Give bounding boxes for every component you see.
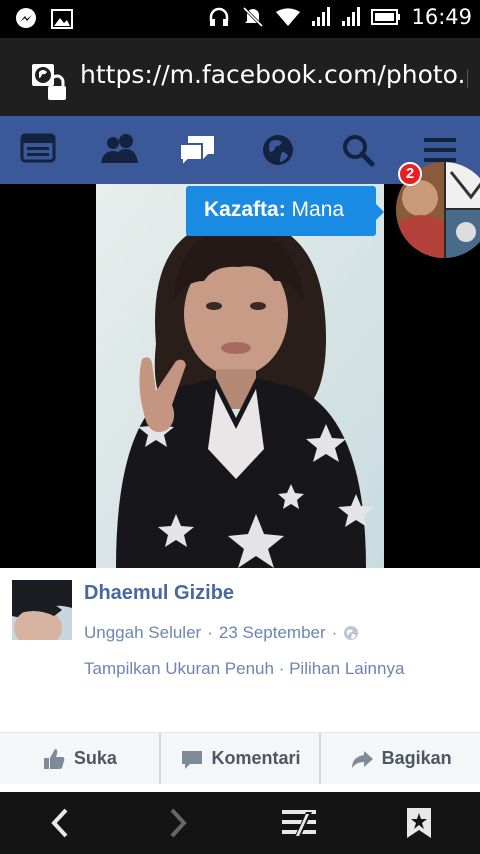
share-label: Bagikan (381, 748, 452, 768)
browser-bottom-bar (0, 792, 480, 854)
chat-message-bubble[interactable]: Kazafta: Mana (186, 186, 384, 236)
author-avatar[interactable] (12, 580, 72, 640)
more-options-link[interactable]: Pilihan Lainnya (289, 659, 404, 678)
post-date-link[interactable]: 23 September (219, 623, 326, 643)
comment-label: Komentari (211, 748, 301, 768)
photo-post-info: Dhaemul Gizibe Unggah Seluler · 23 Septe… (0, 568, 480, 732)
headphones-icon (210, 7, 229, 26)
image-notification-icon (51, 9, 73, 29)
secure-globe-icon (30, 62, 70, 107)
friends-icon[interactable] (100, 132, 140, 168)
status-clock: 16:49 (411, 5, 472, 29)
chat-message: Mana (291, 198, 345, 221)
forward-icon[interactable] (160, 806, 200, 840)
notifications-globe-icon[interactable] (260, 132, 300, 168)
chat-sender: Kazafta: (204, 198, 286, 221)
signal-icon (342, 7, 361, 26)
privacy-public-icon[interactable] (343, 625, 359, 641)
chat-unread-badge: 2 (398, 162, 422, 186)
link-separator: · (278, 659, 285, 678)
battery-icon (371, 9, 401, 25)
messenger-icon (16, 8, 36, 28)
status-bar: 16:49 (0, 0, 480, 38)
thumbs-up-icon (43, 748, 65, 769)
messages-icon[interactable] (178, 132, 218, 169)
url-text[interactable]: https://m.facebook.com/photo.php (80, 60, 468, 89)
share-button[interactable]: Bagikan (319, 733, 480, 784)
comment-icon (181, 750, 202, 769)
like-button[interactable]: Suka (0, 733, 159, 784)
signal-icon (312, 7, 331, 26)
profile-photo[interactable] (96, 184, 384, 568)
photo-options: Tampilkan Ukuran Penuh · Pilihan Lainnya (84, 659, 404, 679)
meta-separator: · (207, 623, 213, 642)
search-icon[interactable] (340, 132, 380, 168)
meta-separator: · (331, 623, 338, 642)
reading-mode-icon[interactable] (280, 806, 320, 840)
bookmark-icon[interactable] (404, 806, 444, 840)
view-full-size-link[interactable]: Tampilkan Ukuran Penuh (84, 659, 274, 678)
mute-icon (243, 6, 264, 28)
post-meta: Unggah Seluler · 23 September · (84, 623, 359, 643)
news-feed-icon[interactable] (20, 132, 60, 168)
author-name-link[interactable]: Dhaemul Gizibe (84, 582, 234, 605)
spacer (0, 784, 480, 792)
post-source: Unggah Seluler (84, 623, 202, 642)
action-bar: Suka Komentari Bagikan (0, 732, 480, 784)
comment-button[interactable]: Komentari (158, 733, 320, 784)
like-label: Suka (73, 748, 117, 768)
share-arrow-icon (351, 750, 373, 768)
wifi-icon (276, 8, 301, 26)
back-icon[interactable] (44, 806, 84, 840)
